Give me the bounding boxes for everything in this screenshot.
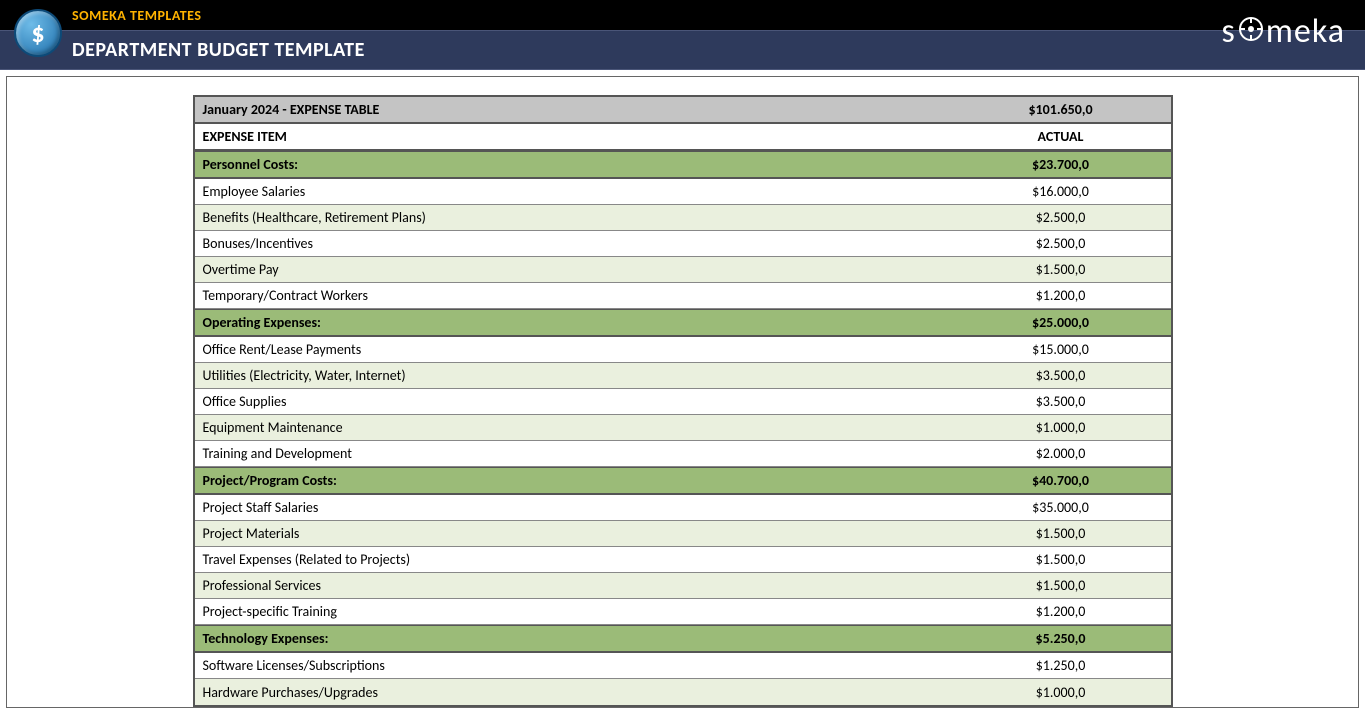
table-row: Project Materials$1.500,0 (195, 521, 1171, 547)
item-label: Software Licenses/Subscriptions (195, 653, 951, 678)
table-row: Travel Expenses (Related to Projects)$1.… (195, 547, 1171, 573)
table-row: Training and Development$2.000,0 (195, 441, 1171, 467)
dollar-icon: $ (14, 9, 62, 57)
item-label: Project Materials (195, 521, 951, 546)
category-row: Technology Expenses:$5.250,0 (195, 625, 1171, 653)
item-value: $16.000,0 (951, 179, 1171, 204)
table-row: Employee Salaries$16.000,0 (195, 179, 1171, 205)
item-label: Overtime Pay (195, 257, 951, 282)
content-area: January 2024 - EXPENSE TABLE $101.650,0 … (6, 76, 1359, 708)
table-row: Professional Services$1.500,0 (195, 573, 1171, 599)
item-value: $3.500,0 (951, 363, 1171, 388)
brand-text: SOMEKA TEMPLATES (72, 7, 201, 24)
table-row: Utilities (Electricity, Water, Internet)… (195, 363, 1171, 389)
item-value: $1.250,0 (951, 653, 1171, 678)
item-value: $1.000,0 (951, 415, 1171, 440)
item-label: Utilities (Electricity, Water, Internet) (195, 363, 951, 388)
category-name: Personnel Costs: (195, 152, 951, 177)
table-row: Project-specific Training$1.200,0 (195, 599, 1171, 625)
item-label: Project Staff Salaries (195, 495, 951, 520)
table-title-row: January 2024 - EXPENSE TABLE $101.650,0 (195, 97, 1171, 124)
table-row: Software Licenses/Subscriptions$1.250,0 (195, 653, 1171, 679)
item-label: Benefits (Healthcare, Retirement Plans) (195, 205, 951, 230)
item-value: $1.500,0 (951, 547, 1171, 572)
table-row: Equipment Maintenance$1.000,0 (195, 415, 1171, 441)
table-row: Project Staff Salaries$35.000,0 (195, 495, 1171, 521)
item-label: Professional Services (195, 573, 951, 598)
category-subtotal: $5.250,0 (951, 626, 1171, 651)
item-label: Office Supplies (195, 389, 951, 414)
category-row: Operating Expenses:$25.000,0 (195, 309, 1171, 337)
table-row: Hardware Purchases/Upgrades$1.000,0 (195, 679, 1171, 705)
table-row: Overtime Pay$1.500,0 (195, 257, 1171, 283)
table-title: January 2024 - EXPENSE TABLE (195, 97, 951, 122)
item-label: Temporary/Contract Workers (195, 283, 951, 308)
col-item-header: EXPENSE ITEM (195, 124, 951, 149)
table-row: Office Supplies$3.500,0 (195, 389, 1171, 415)
category-row: Personnel Costs:$23.700,0 (195, 151, 1171, 179)
category-name: Operating Expenses: (195, 310, 951, 335)
item-label: Project-specific Training (195, 599, 951, 624)
page-title: DEPARTMENT BUDGET TEMPLATE (72, 38, 365, 62)
item-value: $1.500,0 (951, 521, 1171, 546)
header-black-bar: SOMEKA TEMPLATES (0, 0, 1365, 30)
item-value: $1.000,0 (951, 680, 1171, 705)
table-row: Benefits (Healthcare, Retirement Plans)$… (195, 205, 1171, 231)
item-label: Equipment Maintenance (195, 415, 951, 440)
category-subtotal: $25.000,0 (951, 310, 1171, 335)
table-row: Office Rent/Lease Payments$15.000,0 (195, 337, 1171, 363)
item-value: $1.500,0 (951, 573, 1171, 598)
category-subtotal: $23.700,0 (951, 152, 1171, 177)
table-header-row: EXPENSE ITEM ACTUAL (195, 124, 1171, 151)
item-value: $15.000,0 (951, 337, 1171, 362)
item-label: Hardware Purchases/Upgrades (195, 680, 951, 705)
table-row: Temporary/Contract Workers$1.200,0 (195, 283, 1171, 309)
header-blue-bar: $ DEPARTMENT BUDGET TEMPLATE s meka (0, 30, 1365, 70)
item-value: $1.200,0 (951, 599, 1171, 624)
category-name: Technology Expenses: (195, 626, 951, 651)
item-value: $2.000,0 (951, 441, 1171, 466)
category-row: Project/Program Costs:$40.700,0 (195, 467, 1171, 495)
table-row: Bonuses/Incentives$2.500,0 (195, 231, 1171, 257)
item-label: Travel Expenses (Related to Projects) (195, 547, 951, 572)
someka-logo: s meka (1221, 11, 1345, 52)
expense-table: January 2024 - EXPENSE TABLE $101.650,0 … (193, 95, 1173, 707)
category-name: Project/Program Costs: (195, 468, 951, 493)
item-value: $3.500,0 (951, 389, 1171, 414)
item-label: Training and Development (195, 441, 951, 466)
item-label: Bonuses/Incentives (195, 231, 951, 256)
table-total: $101.650,0 (951, 97, 1171, 122)
item-value: $1.500,0 (951, 257, 1171, 282)
item-value: $35.000,0 (951, 495, 1171, 520)
item-label: Employee Salaries (195, 179, 951, 204)
item-value: $2.500,0 (951, 231, 1171, 256)
item-value: $1.200,0 (951, 283, 1171, 308)
item-label: Office Rent/Lease Payments (195, 337, 951, 362)
category-subtotal: $40.700,0 (951, 468, 1171, 493)
col-actual-header: ACTUAL (951, 124, 1171, 149)
item-value: $2.500,0 (951, 205, 1171, 230)
